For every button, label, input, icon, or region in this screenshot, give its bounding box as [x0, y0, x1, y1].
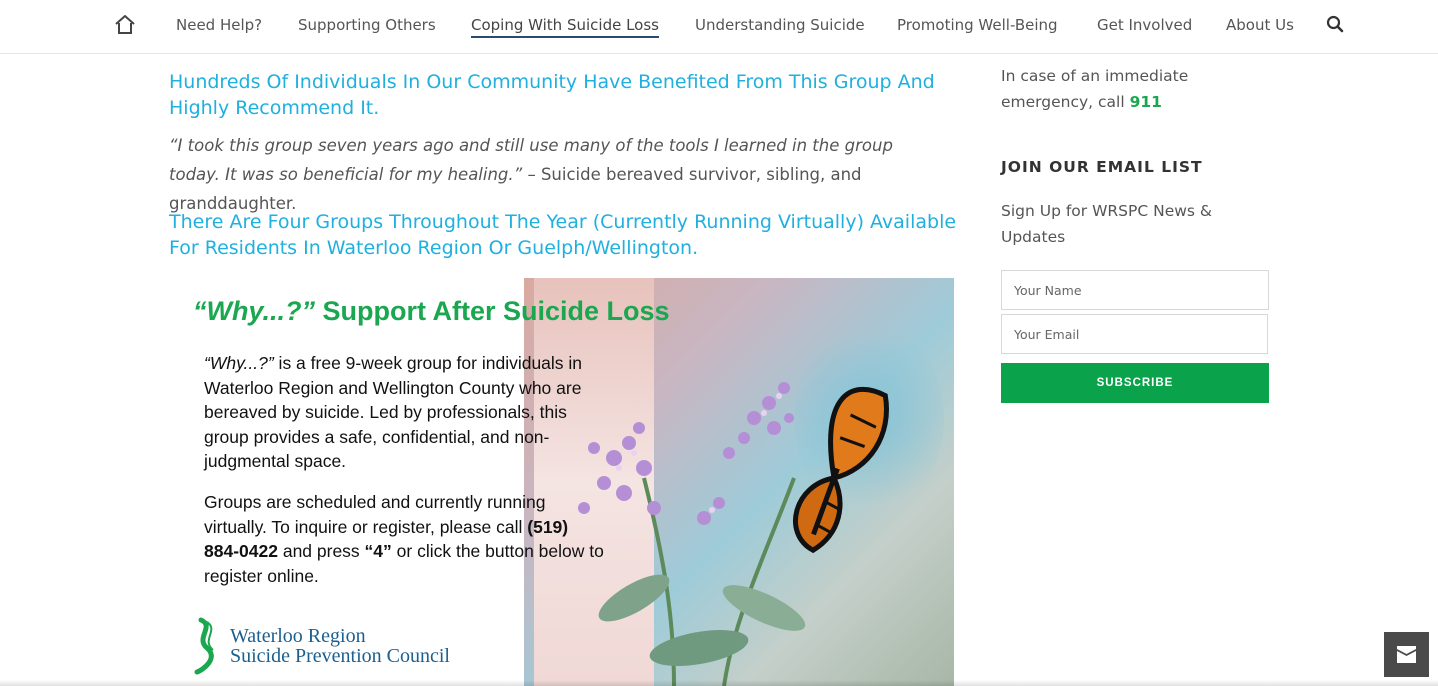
email-list-title: JOIN OUR EMAIL LIST [1001, 158, 1203, 176]
groups-heading: There Are Four Groups Throughout The Yea… [169, 211, 957, 259]
nav-item-about-us[interactable]: About Us [1226, 16, 1294, 34]
bottom-shadow [0, 680, 1438, 686]
nav-item-need-help[interactable]: Need Help? [176, 16, 262, 34]
flyer-registration-info: Groups are scheduled and currently runni… [204, 490, 604, 588]
home-icon[interactable] [113, 13, 137, 37]
nav-item-get-involved[interactable]: Get Involved [1097, 16, 1192, 34]
wrspc-logo-text: Waterloo Region Suicide Prevention Counc… [230, 626, 450, 666]
wrspc-logo-icon [193, 616, 223, 676]
subscribe-button[interactable]: SUBSCRIBE [1001, 363, 1269, 403]
flyer-p1-quote: “Why...?” [204, 353, 274, 373]
contact-button[interactable] [1384, 632, 1429, 677]
testimonial-quote: “I took this group seven years ago and s… [169, 131, 949, 218]
flyer-p2-b: and press [277, 541, 365, 561]
flyer-description: “Why...?” is a free 9-week group for ind… [204, 351, 604, 474]
flyer-title-rest: Support After Suicide Loss [315, 296, 670, 326]
support-group-flyer-image: “Why...?” Support After Suicide Loss “Wh… [169, 278, 954, 686]
logo-line-1: Waterloo Region [230, 625, 366, 647]
nav-item-understanding-suicide[interactable]: Understanding Suicide [695, 16, 865, 34]
top-navigation: Need Help? Supporting Others Coping With… [0, 0, 1438, 54]
flyer-press-key: “4” [364, 541, 392, 561]
flyer-title-quote: “Why...?” [193, 296, 315, 326]
flyer-p2-a: Groups are scheduled and currently runni… [204, 492, 546, 537]
nav-item-supporting-others[interactable]: Supporting Others [298, 16, 436, 34]
emergency-notice: In case of an immediate emergency, call … [1001, 63, 1269, 115]
signup-description: Sign Up for WRSPC News & Updates [1001, 202, 1213, 246]
testimonial-heading: Hundreds Of Individuals In Our Community… [169, 71, 935, 119]
flyer-title: “Why...?” Support After Suicide Loss [193, 296, 670, 327]
envelope-icon [1397, 646, 1416, 663]
butterfly-photo [524, 278, 954, 686]
email-field[interactable] [1001, 314, 1268, 354]
emergency-number: 911 [1129, 93, 1162, 111]
logo-line-2: Suicide Prevention Council [230, 645, 450, 667]
nav-item-promoting-well-being[interactable]: Promoting Well-Being [897, 16, 1058, 34]
nav-item-coping-with-suicide-loss[interactable]: Coping With Suicide Loss [471, 16, 659, 38]
name-field[interactable] [1001, 270, 1269, 310]
search-icon[interactable] [1326, 15, 1344, 33]
